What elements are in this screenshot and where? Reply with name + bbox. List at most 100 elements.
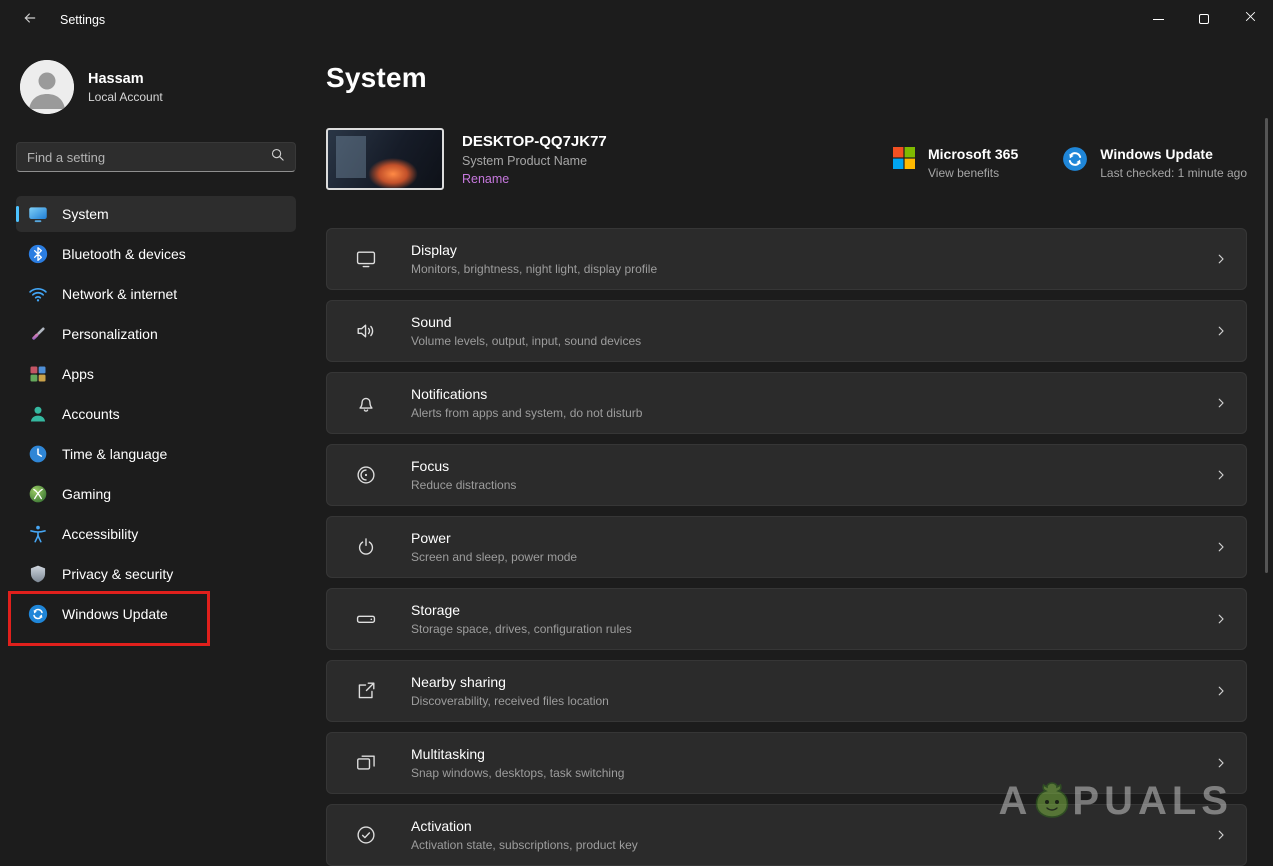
- settings-list: Display Monitors, brightness, night ligh…: [326, 228, 1247, 866]
- device-wallpaper-thumbnail: [326, 128, 444, 190]
- user-name: Hassam: [88, 70, 144, 87]
- bluetooth-icon: [28, 244, 48, 264]
- settings-row-storage[interactable]: Storage Storage space, drives, configura…: [326, 588, 1247, 650]
- sidebar-item-label: Windows Update: [62, 606, 168, 622]
- storage-icon: [355, 608, 377, 630]
- sidebar-item-gaming[interactable]: Gaming: [16, 476, 296, 512]
- microsoft-365-block: Microsoft 365 View benefits: [892, 146, 1018, 180]
- rename-link[interactable]: Rename: [462, 172, 509, 186]
- settings-row-display[interactable]: Display Monitors, brightness, night ligh…: [326, 228, 1247, 290]
- activation-icon: [355, 824, 377, 846]
- settings-row-power[interactable]: Power Screen and sleep, power mode: [326, 516, 1247, 578]
- page-title: System: [326, 62, 427, 93]
- chevron-right-icon: [1214, 756, 1228, 770]
- row-subtitle: Screen and sleep, power mode: [411, 550, 578, 564]
- sidebar-item-accounts[interactable]: Accounts: [16, 396, 296, 432]
- settings-row-notifications[interactable]: Notifications Alerts from apps and syste…: [326, 372, 1247, 434]
- last-checked-status: Last checked: 1 minute ago: [1100, 166, 1247, 180]
- row-title: Focus: [411, 458, 450, 474]
- sidebar-item-label: System: [62, 206, 109, 222]
- search-box: [16, 142, 296, 172]
- row-subtitle: Activation state, subscriptions, product…: [411, 838, 638, 852]
- chevron-right-icon: [1214, 540, 1228, 554]
- window-title: Settings: [60, 13, 106, 27]
- row-subtitle: Storage space, drives, configuration rul…: [411, 622, 632, 636]
- sidebar: Hassam Local Account System B: [0, 40, 312, 864]
- device-header: DESKTOP-QQ7JK77 System Product Name Rena…: [326, 126, 1247, 192]
- settings-row-activation[interactable]: Activation Activation state, subscriptio…: [326, 804, 1247, 866]
- main-content: System DESKTOP-QQ7JK77 System Product Na…: [312, 40, 1273, 866]
- chevron-right-icon: [1214, 252, 1228, 266]
- search-icon[interactable]: [270, 147, 285, 167]
- chevron-right-icon: [1214, 684, 1228, 698]
- apps-icon: [28, 364, 48, 384]
- sidebar-item-label: Apps: [62, 366, 94, 382]
- sidebar-item-bluetooth-devices[interactable]: Bluetooth & devices: [16, 236, 296, 272]
- microsoft-365-title: Microsoft 365: [927, 146, 1019, 162]
- sidebar-item-network-internet[interactable]: Network & internet: [16, 276, 296, 312]
- row-title: Display: [411, 242, 457, 258]
- windows-update-status-block[interactable]: Windows Update Last checked: 1 minute ag…: [1062, 146, 1247, 180]
- windows-update-icon: [1062, 146, 1088, 177]
- windows-update-icon: [28, 604, 48, 624]
- sidebar-item-label: Time & language: [62, 446, 168, 462]
- multitasking-icon: [355, 752, 377, 774]
- close-button[interactable]: [1227, 0, 1273, 38]
- sidebar-item-label: Gaming: [62, 486, 112, 502]
- maximize-button[interactable]: [1181, 0, 1227, 38]
- focus-icon: [355, 464, 377, 486]
- nearby-sharing-icon: [355, 680, 377, 702]
- sidebar-item-windows-update[interactable]: Windows Update: [16, 596, 296, 632]
- device-name: DESKTOP-QQ7JK77: [462, 132, 607, 150]
- time-language-icon: [28, 444, 48, 464]
- row-title: Notifications: [411, 386, 488, 402]
- accessibility-icon: [28, 524, 48, 544]
- chevron-right-icon: [1214, 396, 1228, 410]
- scrollbar-thumb[interactable]: [1265, 118, 1268, 573]
- minimize-icon: [1152, 18, 1164, 20]
- row-title: Multitasking: [411, 746, 485, 762]
- power-icon: [355, 536, 377, 558]
- display-icon: [355, 248, 377, 270]
- sidebar-item-label: Bluetooth & devices: [62, 246, 186, 262]
- chevron-right-icon: [1214, 468, 1228, 482]
- row-title: Power: [411, 530, 451, 546]
- row-subtitle: Snap windows, desktops, task switching: [411, 766, 625, 780]
- account-type: Local Account: [88, 89, 163, 104]
- microsoft-365-icon: [892, 146, 916, 175]
- settings-row-sound[interactable]: Sound Volume levels, output, input, soun…: [326, 300, 1247, 362]
- sidebar-item-label: Network & internet: [62, 286, 178, 302]
- search-input[interactable]: [27, 149, 270, 165]
- sidebar-item-system[interactable]: System: [16, 196, 296, 232]
- settings-row-focus[interactable]: Focus Reduce distractions: [326, 444, 1247, 506]
- minimize-button[interactable]: [1135, 0, 1181, 38]
- chevron-right-icon: [1214, 324, 1228, 338]
- sidebar-item-privacy-security[interactable]: Privacy & security: [16, 556, 296, 592]
- network-icon: [28, 284, 48, 304]
- sidebar-item-label: Accounts: [62, 406, 120, 422]
- sidebar-item-personalization[interactable]: Personalization: [16, 316, 296, 352]
- accounts-icon: [28, 404, 48, 424]
- chevron-right-icon: [1214, 828, 1228, 842]
- selection-indicator: [16, 206, 19, 222]
- settings-row-multitasking[interactable]: Multitasking Snap windows, desktops, tas…: [326, 732, 1247, 794]
- view-benefits-link[interactable]: View benefits: [928, 166, 1018, 180]
- avatar: [20, 60, 74, 114]
- sidebar-item-time-language[interactable]: Time & language: [16, 436, 296, 472]
- sidebar-item-accessibility[interactable]: Accessibility: [16, 516, 296, 552]
- sidebar-nav: System Bluetooth & devices Network & int…: [16, 196, 296, 632]
- settings-row-nearby-sharing[interactable]: Nearby sharing Discoverability, received…: [326, 660, 1247, 722]
- windows-update-title: Windows Update: [1100, 146, 1213, 162]
- gaming-icon: [28, 484, 48, 504]
- row-subtitle: Discoverability, received files location: [411, 694, 609, 708]
- row-title: Nearby sharing: [411, 674, 506, 690]
- sidebar-item-label: Privacy & security: [62, 566, 174, 582]
- sidebar-item-label: Accessibility: [62, 526, 139, 542]
- back-button[interactable]: [10, 5, 50, 35]
- back-arrow-icon: [22, 10, 38, 31]
- row-subtitle: Monitors, brightness, night light, displ…: [411, 262, 658, 276]
- sidebar-item-apps[interactable]: Apps: [16, 356, 296, 392]
- system-icon: [28, 204, 48, 224]
- account-card[interactable]: Hassam Local Account: [20, 60, 296, 114]
- close-icon: [1244, 10, 1257, 28]
